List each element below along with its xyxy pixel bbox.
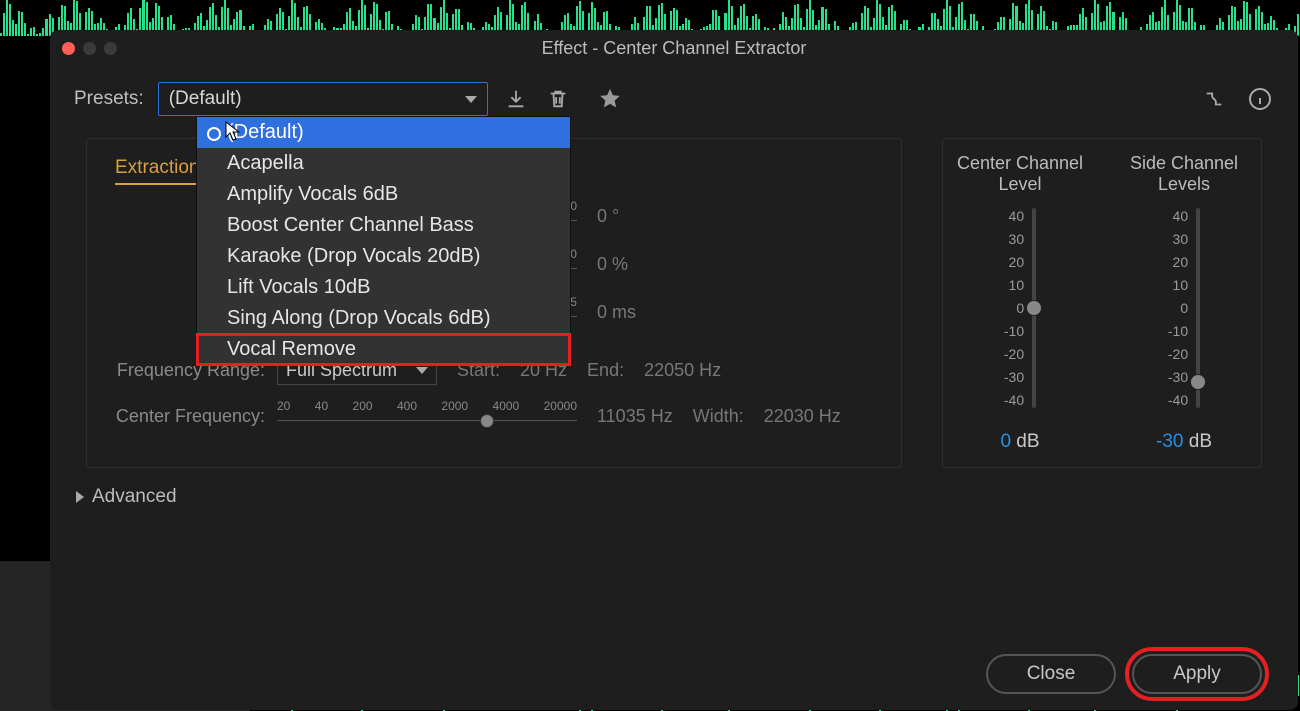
width-hz-value: 22030 Hz — [764, 406, 841, 427]
center-freq-label: Center Frequency: — [115, 406, 265, 427]
center-freq-value: 11035 Hz — [597, 406, 673, 427]
angle-value: 0 ° — [597, 206, 619, 227]
end-label: End: — [587, 360, 624, 381]
delay-value: 0 ms — [597, 302, 636, 323]
apply-button[interactable]: Apply — [1132, 654, 1262, 694]
titlebar: Effect - Center Channel Extractor — [50, 30, 1298, 66]
center-freq-slider[interactable]: 20402004002000400020000 — [277, 399, 577, 433]
width-percent-value: 0 % — [597, 254, 628, 275]
presets-selected-value: (Default) — [169, 88, 242, 110]
side-level-slider[interactable]: Side Channel Levels 403020100-10-20-30-4… — [1117, 153, 1251, 453]
chevron-down-icon — [416, 367, 428, 374]
side-level-value: -30 dB — [1156, 431, 1212, 453]
routing-button[interactable] — [1200, 85, 1228, 113]
save-preset-button[interactable] — [502, 85, 530, 113]
advanced-toggle[interactable]: Advanced — [50, 480, 1298, 514]
favorite-button[interactable] — [596, 85, 624, 113]
preset-option[interactable]: (Default) — [197, 117, 570, 148]
dialog-footer: Close Apply — [50, 628, 1298, 710]
tab-extraction[interactable]: Extraction — [115, 157, 199, 185]
preset-option[interactable]: Boost Center Channel Bass — [197, 210, 570, 241]
presets-dropdown[interactable]: (Default)AcapellaAmplify Vocals 6dBBoost… — [196, 116, 571, 366]
chevron-right-icon — [76, 491, 84, 503]
center-level-value: 0 dB — [1000, 431, 1039, 453]
chevron-down-icon — [465, 96, 477, 103]
presets-label: Presets: — [74, 88, 144, 110]
end-value: 22050 Hz — [644, 360, 721, 381]
cursor-icon — [225, 121, 243, 141]
preset-option[interactable]: Acapella — [197, 148, 570, 179]
effect-dialog: Effect - Center Channel Extractor Preset… — [50, 30, 1298, 710]
preset-option[interactable]: Vocal Remove — [197, 334, 570, 365]
dialog-title: Effect - Center Channel Extractor — [50, 38, 1298, 59]
level-sliders-panel: Center Channel Level 403020100-10-20-30-… — [942, 138, 1262, 468]
info-button[interactable] — [1246, 85, 1274, 113]
center-level-slider[interactable]: Center Channel Level 403020100-10-20-30-… — [953, 153, 1087, 453]
preset-option[interactable]: Lift Vocals 10dB — [197, 272, 570, 303]
preset-option[interactable]: Sing Along (Drop Vocals 6dB) — [197, 303, 570, 334]
presets-select[interactable]: (Default) — [158, 82, 488, 116]
width-hz-label: Width: — [693, 406, 744, 427]
close-button[interactable]: Close — [986, 654, 1116, 694]
preset-option[interactable]: Karaoke (Drop Vocals 20dB) — [197, 241, 570, 272]
presets-row: Presets: (Default) (Default)AcapellaAmpl… — [50, 66, 1298, 126]
delete-preset-button[interactable] — [544, 85, 572, 113]
preset-option[interactable]: Amplify Vocals 6dB — [197, 179, 570, 210]
